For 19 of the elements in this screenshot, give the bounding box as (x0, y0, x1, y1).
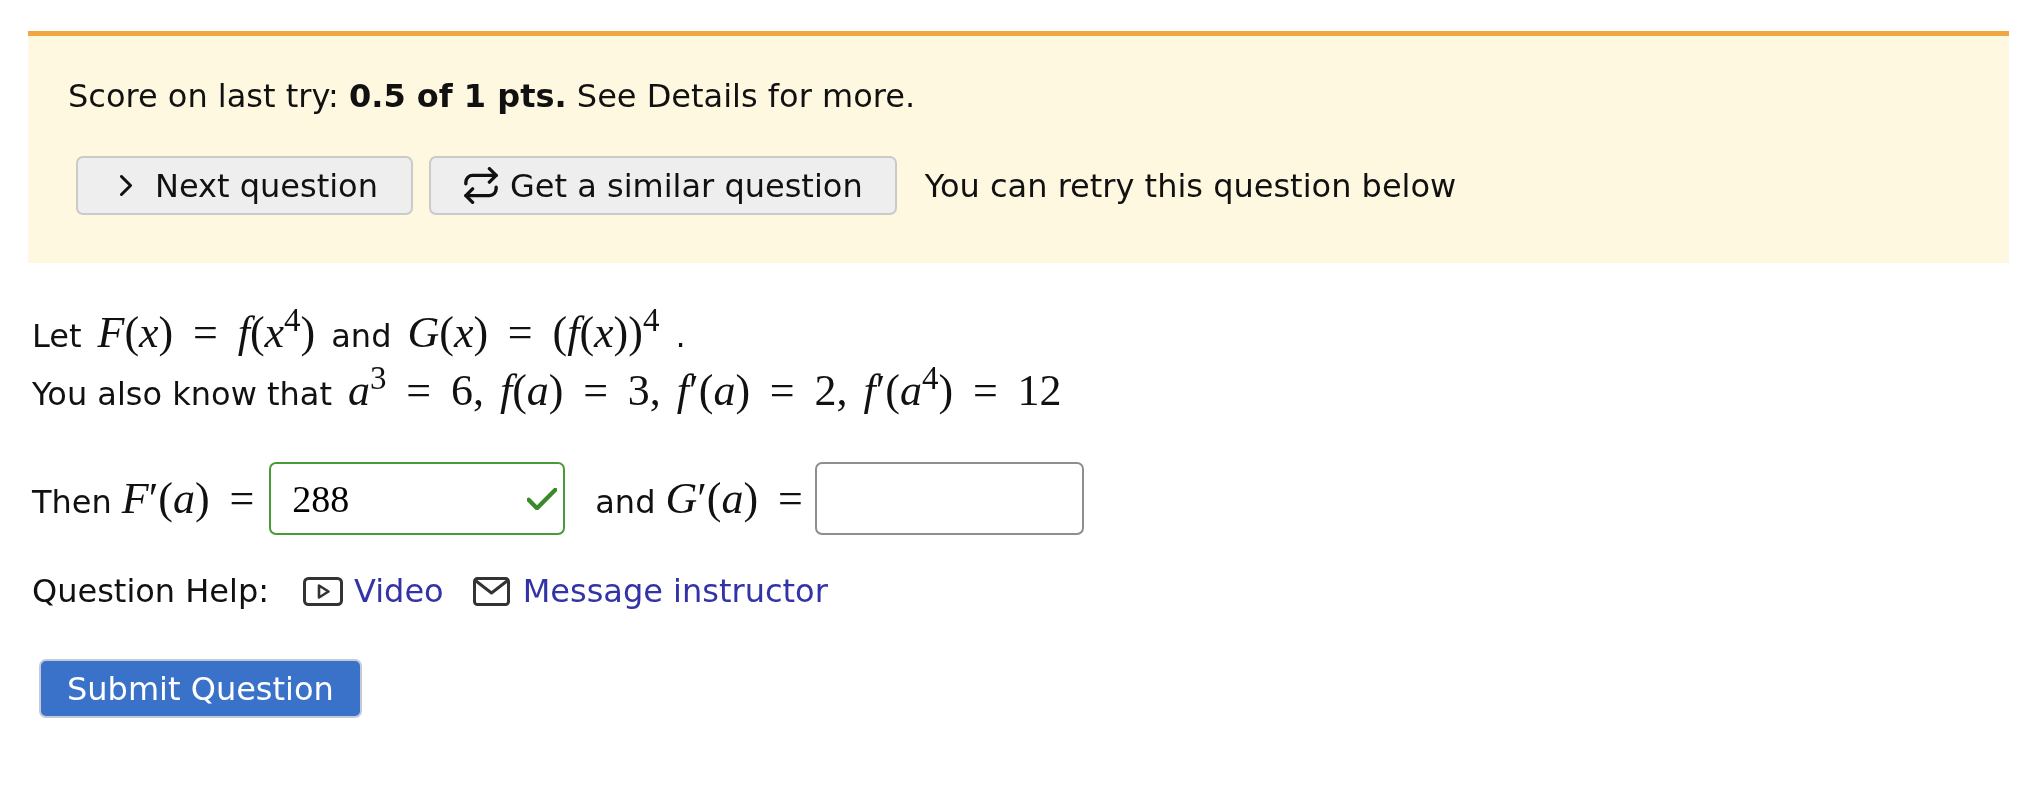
question-text: Let F(x) = f(x$^{4}$) and G(x) = (f(x))$^{4}$ . (32, 304, 686, 359)
submit-question-button[interactable]: Submit Question (39, 659, 362, 718)
answer-field[interactable]: 288 (269, 462, 566, 535)
answer-field[interactable] (814, 462, 1084, 535)
chevron-right-icon (120, 175, 132, 196)
check-icon (527, 487, 558, 510)
similar-question-button[interactable]: Get a similar question (428, 156, 897, 215)
message-link[interactable]: Message instructor (472, 567, 828, 615)
next-question-button[interactable]: Next question (76, 156, 413, 215)
video-icon (303, 576, 344, 606)
question-text: You also know that a$^{3}$ = 6, f(a) = 3, f′(a) = 2, f′(a$^{4}$) = 12 (32, 362, 1062, 417)
retry-note: You can retry this question below (924, 165, 1457, 207)
answer-prompt: and G′(a) = (595, 472, 803, 525)
question-help-label: Question Help: (32, 571, 270, 612)
answer-prompt: Then F′(a) = (32, 472, 255, 525)
repeat-icon (463, 167, 498, 204)
video-link[interactable]: Video (303, 567, 444, 615)
score-text: Score on last try: 0.5 of 1 pts. See Details for more. (68, 76, 916, 116)
mail-icon (472, 576, 510, 606)
